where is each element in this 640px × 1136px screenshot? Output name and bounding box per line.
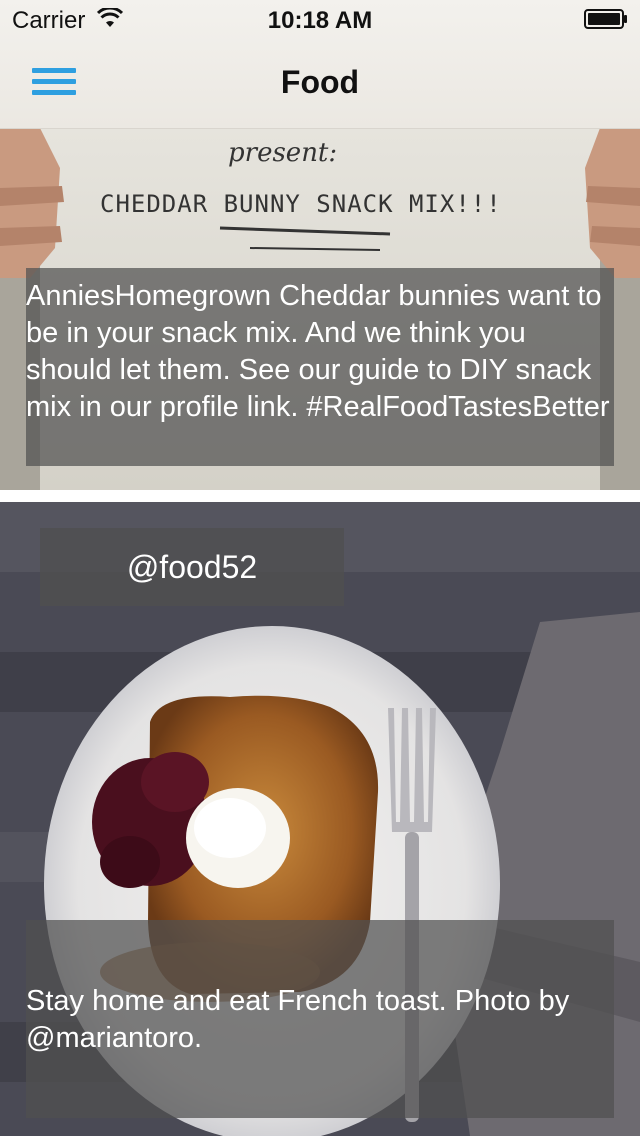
post-username[interactable]: @food52 xyxy=(127,549,257,586)
photo-lettering-present: present: xyxy=(228,138,338,168)
feed-card[interactable]: @food52 Stay home and eat French toast. … xyxy=(0,502,640,1136)
photo-lettering-title: CHEDDAR BUNNY SNACK MIX!!! xyxy=(100,190,502,218)
screen: Carrier 10:18 AM Food present: CHEDDAR B… xyxy=(0,0,640,1136)
post-caption: Stay home and eat French toast. Photo by… xyxy=(26,985,570,1054)
status-time: 10:18 AM xyxy=(267,7,373,34)
post-caption: AnniesHomegrown Cheddar bunnies want to … xyxy=(26,280,610,423)
post-caption-box: AnniesHomegrown Cheddar bunnies want to … xyxy=(26,268,614,466)
battery-icon xyxy=(584,9,627,29)
page-title: Food xyxy=(280,64,360,100)
nav-bar: Food xyxy=(0,40,640,128)
feed-card[interactable]: present: CHEDDAR BUNNY SNACK MIX!!! Anni… xyxy=(0,128,640,490)
post-username-box[interactable]: @food52 xyxy=(40,528,344,606)
status-bar: Carrier 10:18 AM xyxy=(0,0,640,40)
top-bar: Carrier 10:18 AM Food xyxy=(0,0,640,129)
post-caption-box: Stay home and eat French toast. Photo by… xyxy=(26,920,614,1118)
